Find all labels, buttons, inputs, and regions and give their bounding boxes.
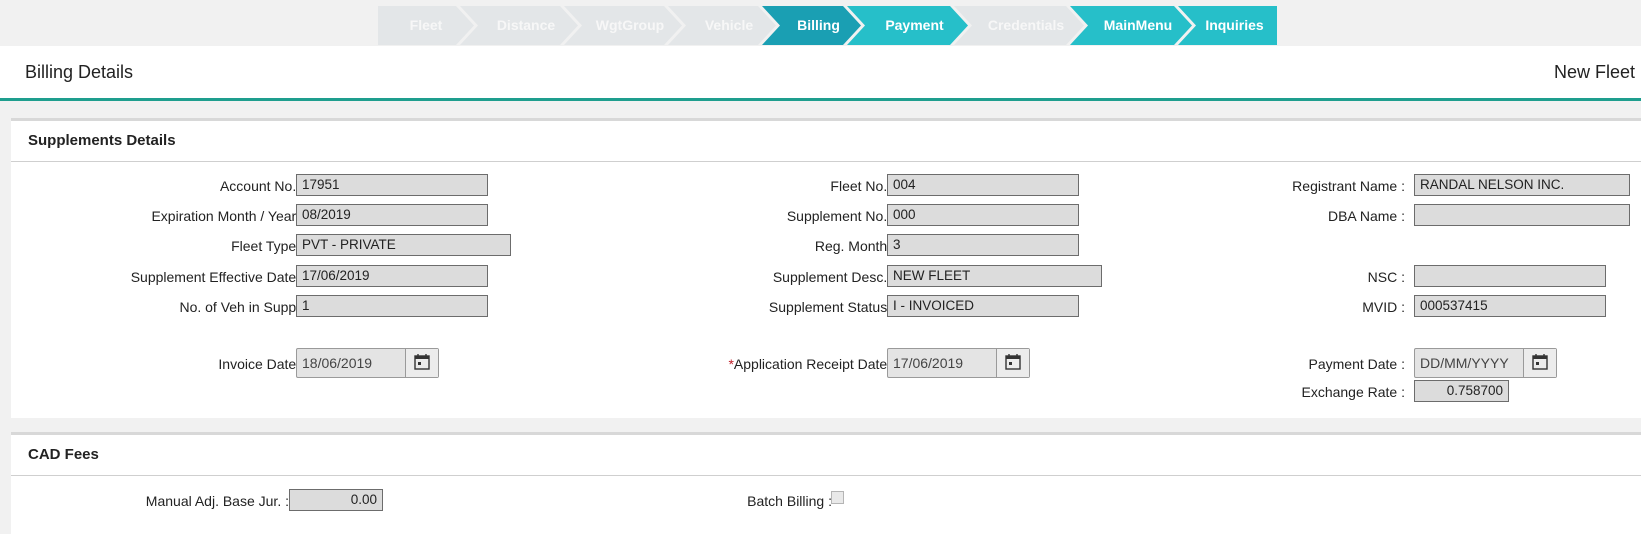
step-mainmenu[interactable]: MainMenu: [1070, 6, 1192, 45]
supplements-details-panel: Supplements Details Account No. : 17951 …: [11, 118, 1641, 418]
supp-desc-field: NEW FLEET: [887, 265, 1102, 287]
page-title: Billing Details: [25, 62, 134, 82]
fleet-type-label: Fleet Type :: [231, 238, 304, 254]
exchange-rate-field: 0.758700: [1414, 380, 1509, 402]
mvid-field: 000537415: [1414, 295, 1606, 317]
supp-status-label: Supplement Status :: [768, 299, 895, 315]
nsc-label: NSC :: [1367, 269, 1405, 285]
section-title: CAD Fees: [11, 435, 1641, 476]
page-context: New Fleet: [1553, 62, 1635, 82]
supp-eff-date-field: 17/06/2019: [296, 265, 488, 287]
expiration-field: 08/2019: [296, 204, 488, 226]
app-receipt-date-field[interactable]: 17/06/2019: [887, 348, 1030, 378]
step-distance[interactable]: Distance: [460, 6, 578, 45]
step-inquiries[interactable]: Inquiries: [1178, 6, 1277, 45]
manual-adj-label: Manual Adj. Base Jur. :: [145, 493, 289, 509]
batch-billing-label: Batch Billing :: [747, 493, 832, 509]
registrant-name-label: Registrant Name :: [1292, 178, 1405, 194]
supp-status-field: I - INVOICED: [887, 295, 1079, 317]
section-title: Supplements Details: [11, 121, 1641, 162]
payment-date-label: Payment Date :: [1308, 356, 1406, 372]
batch-billing-checkbox[interactable]: [831, 491, 844, 504]
dba-name-field: [1414, 204, 1630, 226]
app-receipt-date-value: 17/06/2019: [893, 355, 964, 371]
step-billing[interactable]: Billing: [762, 6, 861, 45]
supplement-no-label: Supplement No. :: [786, 208, 895, 224]
veh-in-supp-label: No. of Veh in Supp :: [179, 299, 304, 315]
cad-fees-panel: CAD Fees Manual Adj. Base Jur. : 0.00 Ba…: [11, 432, 1641, 534]
wizard-steps: Fleet Distance WgtGroup Vehicle Billing …: [378, 6, 1277, 45]
step-vehicle[interactable]: Vehicle: [668, 6, 776, 45]
payment-date-placeholder: DD/MM/YYYY: [1420, 355, 1509, 371]
step-fleet[interactable]: Fleet: [378, 6, 474, 45]
account-no-field: 17951: [296, 174, 488, 196]
fleet-no-label: Fleet No. :: [830, 178, 895, 194]
app-receipt-date-label-text: Application Receipt Date :: [733, 356, 895, 372]
calendar-icon[interactable]: [1523, 349, 1556, 377]
payment-date-field[interactable]: DD/MM/YYYY: [1414, 348, 1557, 378]
supp-eff-date-label: Supplement Effective Date :: [130, 269, 304, 285]
fleet-no-field: 004: [887, 174, 1079, 196]
reg-month-field: 3: [887, 234, 1079, 256]
veh-in-supp-field: 1: [296, 295, 488, 317]
expiration-label: Expiration Month / Year :: [151, 208, 304, 224]
mvid-label: MVID :: [1362, 299, 1405, 315]
nsc-field: [1414, 265, 1606, 287]
invoice-date-value: 18/06/2019: [302, 355, 373, 371]
step-payment[interactable]: Payment: [847, 6, 968, 45]
account-no-label: Account No. :: [219, 178, 304, 194]
exchange-rate-label: Exchange Rate :: [1301, 384, 1405, 400]
invoice-date-label: Invoice Date :: [218, 356, 304, 372]
reg-month-label: Reg. Month :: [814, 238, 895, 254]
step-credentials[interactable]: Credentials: [954, 6, 1084, 45]
supplement-no-field: 000: [887, 204, 1079, 226]
calendar-icon[interactable]: [405, 349, 438, 377]
supp-desc-label: Supplement Desc. :: [772, 269, 895, 285]
manual-adj-field[interactable]: 0.00: [289, 489, 383, 511]
invoice-date-field[interactable]: 18/06/2019: [296, 348, 439, 378]
dba-name-label: DBA Name :: [1327, 208, 1405, 224]
fleet-type-field: PVT - PRIVATE: [296, 234, 511, 256]
step-wgtgroup[interactable]: WgtGroup: [564, 6, 682, 45]
app-receipt-date-label: *Application Receipt Date :: [728, 356, 895, 372]
registrant-name-field: RANDAL NELSON INC.: [1414, 174, 1630, 196]
calendar-icon[interactable]: [996, 349, 1029, 377]
page-header: Billing Details New Fleet: [0, 46, 1641, 101]
